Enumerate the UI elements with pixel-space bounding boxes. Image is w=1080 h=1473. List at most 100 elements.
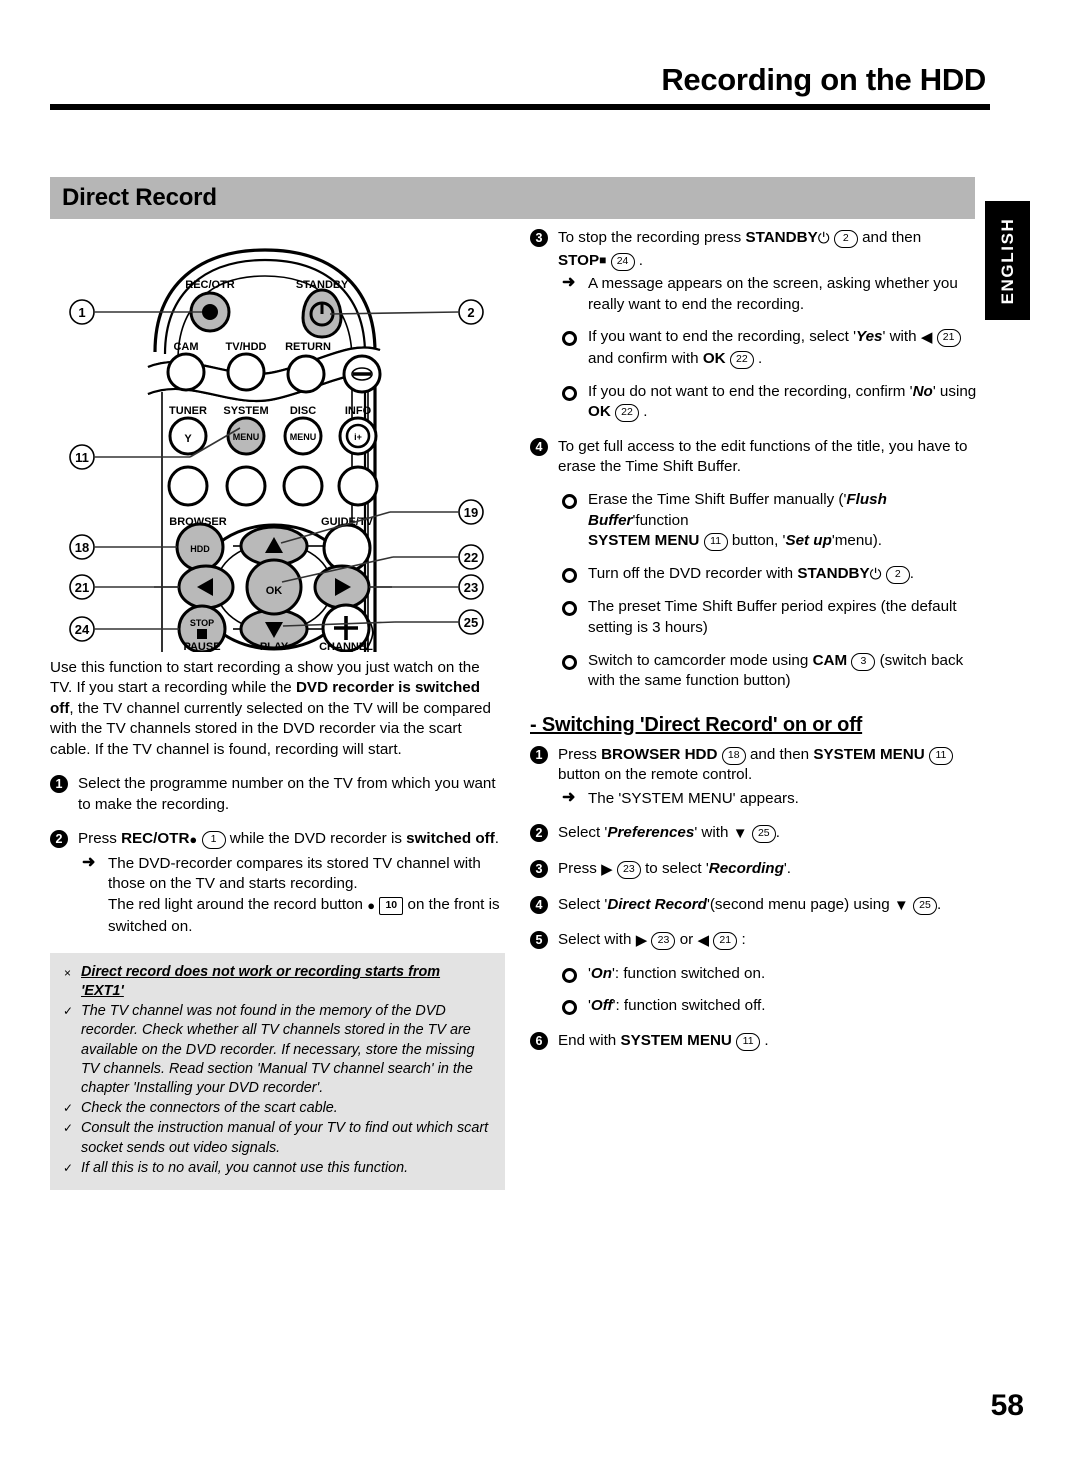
note-item: ✓ If all this is to no avail, you cannot… xyxy=(62,1159,493,1178)
sw-step-3-a: Press xyxy=(558,860,597,878)
sw-step-6-b: . xyxy=(764,1032,769,1050)
option-text-a: If you do not want to end the recording,… xyxy=(588,382,913,400)
step-number: 2 xyxy=(530,824,548,843)
right-step-4-option-expire: The preset Time Shift Buffer period expi… xyxy=(558,597,982,638)
svg-text:INFO: INFO xyxy=(345,405,372,417)
result-text: A message appears on the screen, asking … xyxy=(588,275,958,313)
keyref-11: 11 xyxy=(928,746,953,765)
on-emphasis: On xyxy=(590,964,612,982)
record-dot-icon: ● xyxy=(367,898,376,913)
cross-icon: × xyxy=(64,966,72,981)
step-number: 3 xyxy=(530,860,548,879)
setup-emphasis: Set up xyxy=(785,532,832,550)
sw-step-4-b: '(second menu page) using xyxy=(706,895,890,913)
power-icon: ⏻ xyxy=(869,565,882,583)
note-item-text: Consult the instruction manual of your T… xyxy=(81,1120,489,1156)
sw-step-4-a: Select ' xyxy=(558,895,608,913)
sw-step-5-b: or xyxy=(679,931,694,949)
option-text-b: ' using xyxy=(932,382,977,400)
right-arrow-icon: ▶ xyxy=(635,932,648,950)
option-period: . xyxy=(909,564,914,582)
step-2-period: . xyxy=(494,830,499,848)
right-column: 3 To stop the recording press STANDBY⏻ 2… xyxy=(530,228,982,1052)
keyref-11: 11 xyxy=(703,533,728,552)
right-arrow-icon: ▶ xyxy=(601,861,613,879)
svg-text:TUNER: TUNER xyxy=(169,405,207,417)
svg-text:Y: Y xyxy=(184,433,192,445)
troubleshooting-note-box: × Direct record does not work or recordi… xyxy=(50,953,505,1191)
svg-text:TV/HDD: TV/HDD xyxy=(226,341,267,353)
step-1-text: Select the programme number on the TV fr… xyxy=(78,775,496,813)
svg-text:23: 23 xyxy=(464,580,478,595)
right-step-3: 3 To stop the recording press STANDBY⏻ 2… xyxy=(530,228,982,423)
svg-text:REC/OTR: REC/OTR xyxy=(185,279,235,291)
switch-step-5: 5 Select with ▶ 23 or ◀ 21 : 'On': funct… xyxy=(530,930,982,1017)
sw-step-1-c: button on the remote control. xyxy=(558,766,753,784)
step-number: 2 xyxy=(50,830,68,849)
sw-step-4-c: . xyxy=(937,895,942,913)
ok-key-label: OK xyxy=(702,349,726,367)
check-icon: ✓ xyxy=(63,1101,74,1116)
record-dot-icon: ● xyxy=(189,832,198,848)
result-line-2a: The red light around the record button xyxy=(108,896,363,913)
step-number: 4 xyxy=(530,437,548,456)
right-step-3-result: ➜ A message appears on the screen, askin… xyxy=(558,274,982,315)
svg-text:PLAY: PLAY xyxy=(260,641,289,652)
svg-text:MENU: MENU xyxy=(290,432,317,442)
check-icon: ✓ xyxy=(63,1160,74,1175)
option-text-b: ' with xyxy=(882,328,917,346)
system-menu-key-label: SYSTEM MENU xyxy=(588,532,700,550)
switch-step-6: 6 End with SYSTEM MENU 11 . xyxy=(530,1031,982,1052)
option-text-a: Erase the Time Shift Buffer manually (' xyxy=(588,490,847,508)
left-step-2-result: ➜ The DVD-recorder compares its stored T… xyxy=(78,854,505,937)
circle-bullet-icon xyxy=(562,493,577,509)
standby-key-label: STANDBY xyxy=(797,564,870,582)
step-number: 1 xyxy=(50,775,68,794)
step-2-mid: while the DVD recorder is xyxy=(229,830,402,848)
sw-step-1-b: and then xyxy=(749,745,810,763)
check-icon: ✓ xyxy=(63,1121,74,1136)
note-title-line-2: 'EXT1' xyxy=(81,983,124,1000)
note-title: × Direct record does not work or recordi… xyxy=(62,963,493,1001)
switch-option-on: 'On': function switched on. xyxy=(558,964,982,985)
svg-text:PAUSE: PAUSE xyxy=(183,641,220,652)
svg-text:18: 18 xyxy=(75,540,89,555)
option-text: ': function switched on. xyxy=(612,964,766,982)
recording-emphasis: Recording xyxy=(708,860,784,878)
svg-text:i+: i+ xyxy=(354,432,362,442)
keyref-23: 23 xyxy=(616,861,641,880)
svg-text:21: 21 xyxy=(75,580,89,595)
note-item: ✓ The TV channel was not found in the me… xyxy=(62,1002,493,1098)
switch-step-1-result: ➜ The 'SYSTEM MENU' appears. xyxy=(558,789,982,810)
option-text: The preset Time Shift Buffer period expi… xyxy=(588,598,957,636)
svg-text:11: 11 xyxy=(75,450,89,465)
result-text: The 'SYSTEM MENU' appears. xyxy=(588,789,799,807)
svg-text:1: 1 xyxy=(78,305,85,320)
keyref-3: 3 xyxy=(851,652,876,671)
switch-option-off: 'Off': function switched off. xyxy=(558,996,982,1017)
step-3-period: . xyxy=(638,251,644,269)
section-title: Direct Record xyxy=(62,184,217,211)
option-emphasis-no: No xyxy=(912,382,933,400)
power-icon: ⏻ xyxy=(817,230,830,247)
step-2-press: Press xyxy=(78,830,117,848)
option-text-a: Turn off the DVD recorder with xyxy=(588,564,794,582)
keyref-22: 22 xyxy=(615,404,640,423)
intro-paragraph: Use this function to start recording a s… xyxy=(50,658,505,760)
step-2-bold-tail: switched off xyxy=(406,830,495,848)
svg-text:19: 19 xyxy=(464,505,478,520)
left-column: .ol{fill:none;stroke:#000;stroke-width:3… xyxy=(50,232,505,1191)
keyref-18: 18 xyxy=(721,746,746,765)
svg-text:HDD: HDD xyxy=(190,544,210,554)
step-3-text-b: and then xyxy=(862,229,922,246)
option-text-a: Switch to camcorder mode using xyxy=(588,651,809,669)
keyref-21: 21 xyxy=(713,932,738,951)
option-text-c: and confirm with xyxy=(588,349,699,367)
switch-step-3: 3 Press ▶ 23 to select 'Recording'. xyxy=(530,859,982,881)
option-text-a: If you want to end the recording, select… xyxy=(588,328,856,346)
language-tab: ENGLISH xyxy=(985,201,1030,320)
right-step-3-option-no: If you do not want to end the recording,… xyxy=(558,382,982,423)
language-tab-label: ENGLISH xyxy=(997,217,1017,304)
circle-bullet-icon xyxy=(562,601,577,617)
note-item-text: Check the connectors of the scart cable. xyxy=(81,1100,338,1117)
